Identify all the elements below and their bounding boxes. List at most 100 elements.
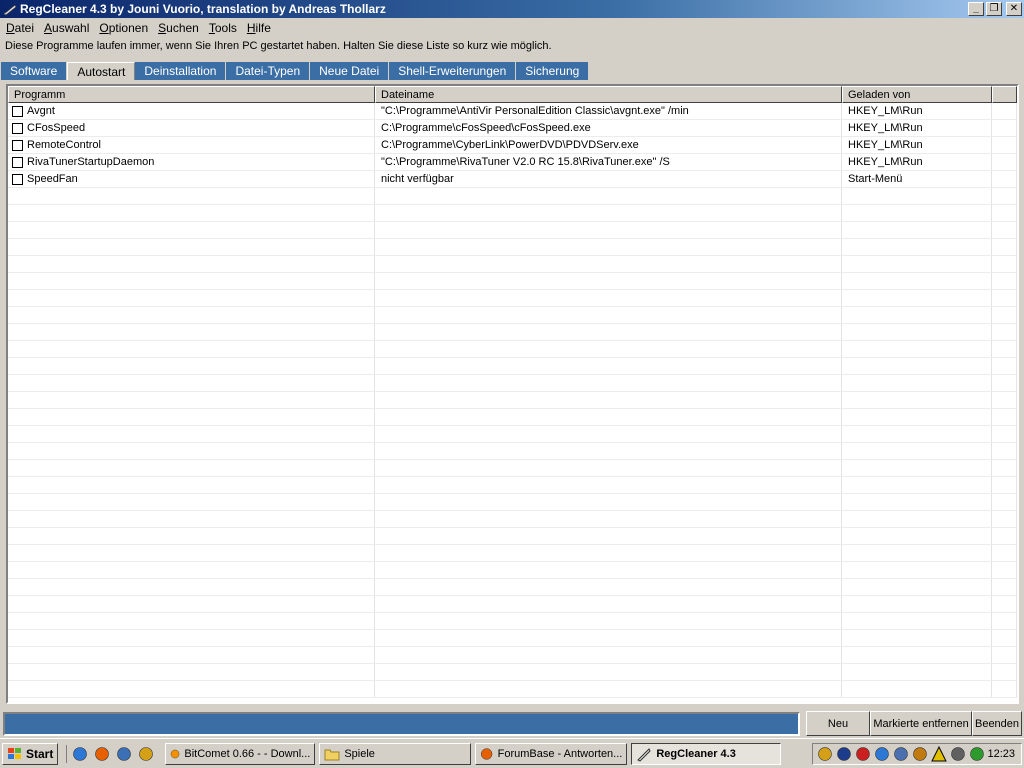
empty-row (8, 562, 1017, 579)
extra-cell (992, 494, 1017, 510)
loaded-from-cell (842, 579, 992, 595)
program-cell (8, 630, 375, 646)
tab-neue-datei[interactable]: Neue Datei (310, 62, 390, 80)
program-cell (8, 426, 375, 442)
file-cell (375, 647, 842, 663)
title-bar[interactable]: RegCleaner 4.3 by Jouni Vuorio, translat… (0, 0, 1024, 18)
column-header-dateiname[interactable]: Dateiname (375, 86, 842, 103)
menu-item-5[interactable]: Hilfe (243, 21, 277, 35)
calendar-icon[interactable] (874, 746, 890, 762)
table-row[interactable]: SpeedFan nicht verfügbar Start-Menü (8, 171, 1017, 188)
clock[interactable]: 12:23 (987, 748, 1015, 760)
tab-datei-typen[interactable]: Datei-Typen (226, 62, 311, 80)
row-checkbox[interactable] (12, 139, 23, 151)
speedfan-icon[interactable] (969, 746, 985, 762)
tab-bar: Software Autostart Deinstallation Datei-Typ… (1, 62, 590, 80)
table-row[interactable]: RivaTunerStartupDaemon "C:\Programme\Riva… (8, 154, 1017, 171)
menu-item-3[interactable]: Suchen (154, 21, 205, 35)
taskbar-button[interactable]: Spiele (319, 742, 472, 765)
loaded-from-cell: HKEY_LM\Run (842, 137, 992, 153)
taskbar-button-label: ForumBase - Antworten... (497, 747, 623, 760)
program-cell (8, 222, 375, 238)
menu-item-2[interactable]: Optionen (95, 21, 154, 35)
extra-cell (992, 392, 1017, 408)
program-cell (8, 239, 375, 255)
restore-button[interactable]: ❐ (986, 2, 1002, 16)
program-cell (8, 290, 375, 306)
tab-shell-erweiterungen[interactable]: Shell-Erweiterungen (389, 62, 517, 80)
quick-launch-ie[interactable] (71, 745, 89, 763)
empty-row (8, 222, 1017, 239)
menu-item-1[interactable]: Auswahl (40, 21, 95, 35)
empty-row (8, 205, 1017, 222)
row-checkbox[interactable] (12, 122, 23, 134)
network-icon[interactable] (836, 746, 852, 762)
quit-button[interactable]: Beenden (972, 711, 1022, 736)
program-name: CFosSpeed (27, 122, 86, 134)
quick-launch-firefox[interactable] (93, 745, 111, 763)
column-header-empty[interactable] (992, 86, 1017, 103)
empty-row (8, 647, 1017, 664)
extra-cell (992, 154, 1017, 170)
taskbar: Start BitComet 0.66 - - Downl... Spiele Fo… (0, 738, 1024, 768)
file-cell (375, 188, 842, 204)
start-button[interactable]: Start (2, 742, 59, 765)
loaded-from-cell (842, 392, 992, 408)
thunderbird-icon (117, 746, 132, 761)
security-icon[interactable] (817, 746, 833, 762)
quick-launch-thunderbird[interactable] (115, 745, 133, 763)
tab-sicherung[interactable]: Sicherung (516, 62, 590, 80)
warning-icon[interactable] (930, 746, 947, 762)
tab-autostart[interactable]: Autostart (67, 62, 136, 80)
quick-launch-winamp[interactable] (137, 745, 155, 763)
loaded-from-cell (842, 477, 992, 493)
extra-cell (992, 307, 1017, 323)
taskbar-button[interactable]: ForumBase - Antworten... (475, 742, 628, 765)
program-cell (8, 358, 375, 374)
empty-row (8, 443, 1017, 460)
empty-row (8, 477, 1017, 494)
empty-row (8, 426, 1017, 443)
tab-software[interactable]: Software (1, 62, 68, 80)
menu-item-4[interactable]: Tools (205, 21, 243, 35)
program-cell (8, 273, 375, 289)
column-header-geladen-von[interactable]: Geladen von (842, 86, 992, 103)
loaded-from-cell (842, 307, 992, 323)
table-row[interactable]: Avgnt "C:\Programme\AntiVir PersonalEditi… (8, 103, 1017, 120)
display-icon[interactable] (893, 746, 909, 762)
loaded-from-cell (842, 613, 992, 629)
loaded-from-cell (842, 222, 992, 238)
program-cell: SpeedFan (8, 171, 375, 187)
quick-launch (66, 744, 155, 763)
program-cell (8, 477, 375, 493)
volume-icon[interactable] (950, 746, 966, 762)
program-cell (8, 307, 375, 323)
regcleaner-icon (637, 747, 651, 762)
list-body: Avgnt "C:\Programme\AntiVir PersonalEditi… (8, 103, 1017, 698)
menu-item-0[interactable]: Datei (2, 21, 40, 35)
close-button[interactable]: ✕ (1006, 2, 1022, 16)
program-cell (8, 205, 375, 221)
minimize-button[interactable]: _ (968, 2, 984, 16)
loaded-from-cell (842, 681, 992, 697)
taskbar-button[interactable]: BitComet 0.66 - - Downl... (165, 742, 316, 765)
program-cell: Avgnt (8, 103, 375, 119)
table-row[interactable]: RemoteControl C:\Programme\CyberLink\Powe… (8, 137, 1017, 154)
winamp-icon (139, 746, 154, 761)
settings-icon[interactable] (912, 746, 928, 762)
ie-icon (73, 746, 88, 761)
new-button[interactable]: Neu (806, 711, 870, 736)
tab-deinstallation[interactable]: Deinstallation (135, 62, 227, 80)
row-checkbox[interactable] (12, 105, 23, 117)
taskbar-button[interactable]: RegCleaner 4.3 (631, 742, 782, 765)
program-cell (8, 579, 375, 595)
remove-marked-button[interactable]: Markierte entfernen (870, 711, 972, 736)
empty-row (8, 613, 1017, 630)
column-header-programm[interactable]: Programm (8, 86, 375, 103)
antivir-icon[interactable] (855, 746, 871, 762)
row-checkbox[interactable] (12, 173, 23, 185)
autostart-list[interactable]: Programm Dateiname Geladen von Avgnt "C:\… (6, 84, 1019, 704)
table-row[interactable]: CFosSpeed C:\Programme\cFosSpeed\cFosSpee… (8, 120, 1017, 137)
file-cell (375, 341, 842, 357)
row-checkbox[interactable] (12, 156, 23, 168)
